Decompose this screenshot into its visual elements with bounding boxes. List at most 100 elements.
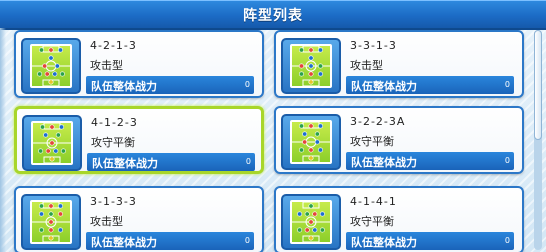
player-marker (299, 47, 305, 53)
team-power-label: 队伍整体战力 (351, 156, 417, 169)
player-marker (49, 124, 55, 130)
player-marker (308, 63, 314, 69)
player-marker (308, 203, 314, 209)
formation-style: 攻击型 (90, 59, 123, 72)
formation-thumbnail (21, 38, 81, 94)
formation-card[interactable]: 4-2-1-3 攻击型 队伍整体战力 0 (14, 30, 264, 98)
formation-thumbnail (281, 194, 341, 250)
team-power-bar: 队伍整体战力 0 (346, 152, 514, 170)
player-marker (45, 148, 51, 154)
player-marker (312, 211, 318, 217)
player-marker (308, 47, 314, 53)
player-marker (57, 47, 63, 53)
player-marker (48, 211, 54, 217)
player-marker (57, 227, 63, 233)
formation-name: 3-1-3-3 (90, 195, 137, 208)
player-marker (52, 71, 58, 77)
player-marker (297, 227, 303, 233)
formation-style: 攻守平衡 (91, 136, 135, 149)
pitch-icon (290, 200, 332, 244)
team-power-value: 0 (244, 80, 250, 89)
formation-card[interactable]: 3-2-2-3A 攻守平衡 队伍整体战力 0 (274, 106, 524, 174)
player-marker (314, 139, 320, 145)
player-marker (60, 148, 66, 154)
player-marker (319, 211, 325, 217)
pitch-lines (32, 202, 70, 242)
player-marker (37, 71, 43, 77)
player-marker (54, 63, 60, 69)
player-marker (317, 147, 323, 153)
team-power-value: 0 (244, 236, 250, 245)
scrollbar[interactable] (534, 30, 542, 250)
player-marker (57, 203, 63, 209)
player-marker (308, 55, 314, 61)
player-marker (55, 132, 61, 138)
formation-card[interactable]: 3-3-1-3 攻击型 队伍整体战力 0 (274, 30, 524, 98)
player-marker (49, 156, 55, 162)
player-marker (308, 219, 314, 225)
player-marker (43, 132, 49, 138)
team-power-label: 队伍整体战力 (351, 236, 417, 249)
player-marker (302, 139, 308, 145)
player-marker (317, 63, 323, 69)
player-marker (308, 79, 314, 85)
pitch-icon (290, 120, 332, 164)
formation-name: 3-2-2-3A (350, 115, 406, 128)
player-marker (317, 123, 323, 129)
player-marker (48, 55, 54, 61)
pitch-icon (290, 44, 332, 88)
player-marker (39, 47, 45, 53)
pitch-icon (31, 121, 73, 165)
formation-thumbnail (281, 114, 341, 170)
player-marker (302, 131, 308, 137)
formation-thumbnail (22, 115, 82, 171)
player-marker (297, 211, 303, 217)
team-power-label: 队伍整体战力 (351, 80, 417, 93)
formation-style: 攻守平衡 (350, 135, 394, 148)
player-marker (308, 147, 314, 153)
player-marker (314, 131, 320, 137)
player-marker (39, 227, 45, 233)
formation-thumbnail (281, 38, 341, 94)
formation-card[interactable]: 3-1-3-3 攻击型 队伍整体战力 0 (14, 186, 264, 252)
player-marker (304, 211, 310, 217)
player-marker (58, 124, 64, 130)
team-power-value: 0 (504, 236, 510, 245)
player-marker (39, 211, 45, 217)
formation-thumbnail (21, 194, 81, 250)
page-title: 阵型列表 (243, 8, 303, 24)
pitch-lines (292, 46, 330, 86)
formation-card[interactable]: 4-1-4-1 攻守平衡 队伍整体战力 0 (274, 186, 524, 252)
player-marker (57, 211, 63, 217)
team-power-bar: 队伍整体战力 0 (86, 76, 254, 94)
pitch-lines (292, 202, 330, 242)
player-marker (48, 227, 54, 233)
team-power-bar: 队伍整体战力 0 (346, 232, 514, 250)
player-marker (308, 155, 314, 161)
player-marker (317, 47, 323, 53)
player-marker (48, 219, 54, 225)
player-marker (312, 227, 318, 233)
pitch-lines (32, 46, 70, 86)
team-power-bar: 队伍整体战力 0 (346, 76, 514, 94)
formation-list[interactable]: 4-2-1-3 攻击型 队伍整体战力 0 3-3-1-3 攻击型 队伍整体战力 … (0, 28, 546, 252)
title-bar: 阵型列表 (0, 0, 546, 30)
player-marker (39, 203, 45, 209)
team-power-label: 队伍整体战力 (91, 80, 157, 93)
formation-name: 4-1-4-1 (350, 195, 397, 208)
formation-style: 攻击型 (90, 215, 123, 228)
team-power-value: 0 (504, 80, 510, 89)
formation-card[interactable]: 4-1-2-3 攻守平衡 队伍整体战力 0 (14, 106, 264, 174)
player-marker (308, 71, 314, 77)
formation-style: 攻守平衡 (350, 215, 394, 228)
player-marker (319, 227, 325, 233)
player-marker (48, 79, 54, 85)
team-power-value: 0 (504, 156, 510, 165)
player-marker (42, 63, 48, 69)
player-marker (53, 148, 59, 154)
pitch-lines (33, 123, 71, 163)
pitch-lines (292, 122, 330, 162)
player-marker (49, 140, 55, 146)
scroll-thumb[interactable] (534, 30, 542, 140)
formation-name: 3-3-1-3 (350, 39, 397, 52)
